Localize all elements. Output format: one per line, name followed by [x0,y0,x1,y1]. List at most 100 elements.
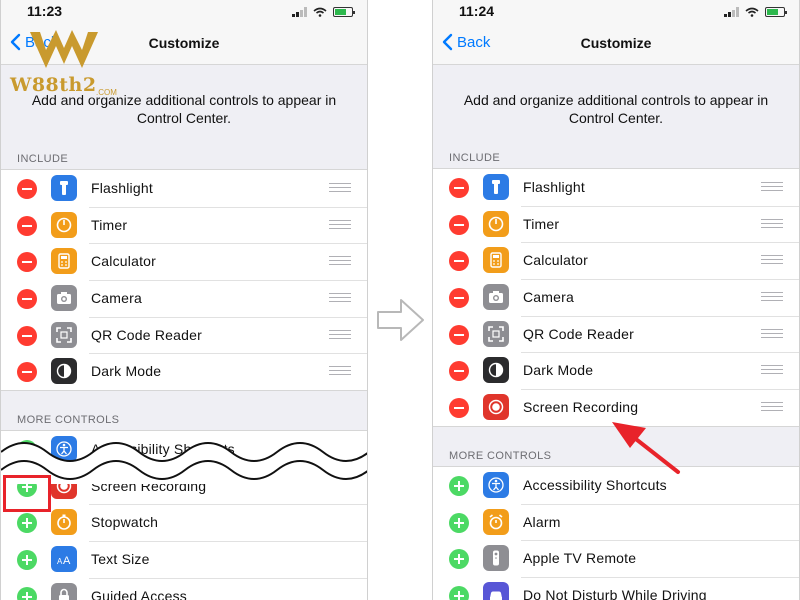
add-control-button[interactable] [17,586,37,600]
list-item[interactable]: Dark Mode [433,352,799,389]
reorder-handle-icon[interactable] [761,365,783,375]
list-item[interactable]: Dark Mode [1,353,367,390]
list-item[interactable]: Timer [1,206,367,244]
remove-control-button[interactable] [17,252,37,273]
camera-icon [483,284,509,311]
transition-arrow-icon [377,299,424,341]
page-title: Customize [580,35,652,51]
remove-control-button[interactable] [449,178,469,198]
remove-control-button[interactable] [449,324,469,345]
control-label: Apple TV Remote [523,550,637,567]
svg-text:A: A [63,555,71,567]
reorder-handle-icon[interactable] [761,328,783,339]
list-item[interactable]: Apple TV Remote [433,540,799,577]
right-screen: 11:24 Back Customize Add and organize ad… [432,0,800,600]
list-item[interactable]: Do Not Disturb While Driving [433,577,799,600]
watermark-text: W88th2 [10,74,97,96]
control-label: Do Not Disturb While Driving [523,587,707,600]
reorder-handle-icon[interactable] [761,292,783,302]
logo-mark [30,30,98,68]
list-item[interactable]: Calculator [1,243,367,280]
reorder-handle-icon[interactable] [329,293,351,303]
highlight-box [3,475,51,512]
list-item[interactable]: Alarm [433,503,799,541]
control-label: Alarm [523,513,561,530]
list-item[interactable]: Timer [433,205,799,243]
torn-edge-wave [1,442,367,484]
control-label: QR Code Reader [523,325,634,342]
description-text: Add and organize additional controls to … [463,92,769,126]
include-section-label: INCLUDE [17,153,69,165]
reorder-handle-icon[interactable] [761,182,783,192]
reorder-handle-icon[interactable] [329,219,351,230]
stopwatch-icon [51,509,77,536]
flashlight-icon [51,175,77,201]
control-label: Camera [523,289,574,306]
control-label: Dark Mode [523,362,594,379]
remove-control-button[interactable] [17,289,37,310]
remove-control-button[interactable] [17,215,37,236]
status-time: 11:24 [459,3,495,19]
timer-icon [51,211,77,238]
list-item[interactable]: A A Text Size [1,541,367,578]
dark-mode-icon [51,358,77,385]
add-control-button[interactable] [17,513,37,534]
control-label: Text Size [91,551,150,568]
reorder-handle-icon[interactable] [329,366,351,376]
control-label: Guided Access [91,587,187,600]
list-item[interactable]: Camera [433,279,799,316]
control-label: Timer [523,215,560,232]
remove-control-button[interactable] [449,398,469,419]
list-item[interactable]: Flashlight [1,170,367,207]
reorder-handle-icon[interactable] [329,183,351,193]
flashlight-icon [483,174,509,200]
remove-control-button[interactable] [17,179,37,199]
status-bar: 11:24 [433,0,799,24]
battery-icon [333,7,355,17]
more-controls-section-label: MORE CONTROLS [449,450,552,462]
list-item[interactable]: Camera [1,280,367,317]
reorder-handle-icon[interactable] [329,329,351,340]
remove-control-button[interactable] [17,362,37,383]
car-icon [483,582,509,600]
remove-control-button[interactable] [449,251,469,272]
add-control-button[interactable] [449,549,469,570]
reorder-handle-icon[interactable] [761,402,783,412]
reorder-handle-icon[interactable] [761,218,783,229]
add-control-button[interactable] [449,586,469,600]
remove-control-button[interactable] [17,325,37,346]
remove-control-button[interactable] [449,214,469,235]
reorder-handle-icon[interactable] [329,256,351,266]
cellular-signal-icon [724,7,739,17]
more-controls-section-label: MORE CONTROLS [17,414,120,426]
list-item[interactable]: Guided Access [1,577,367,600]
add-control-button[interactable] [17,550,37,571]
pointer-arrow-icon [612,422,680,474]
control-label: Dark Mode [91,363,162,380]
status-time: 11:23 [27,3,63,19]
list-item[interactable]: QR Code Reader [1,316,367,354]
calculator-icon [51,248,77,275]
add-control-button[interactable] [449,476,469,496]
status-icons [724,5,787,19]
control-label: Stopwatch [91,514,159,531]
list-item[interactable]: QR Code Reader [433,315,799,353]
guided-access-icon [51,582,77,600]
remove-control-button[interactable] [449,288,469,309]
wifi-icon [745,7,759,17]
list-item[interactable]: Flashlight [433,169,799,206]
cellular-signal-icon [292,7,307,17]
watermark-suffix: .COM [96,88,117,97]
watermark-logo: W88th2 .COM [10,30,120,100]
control-label: Flashlight [523,179,585,195]
qr-code-icon [51,321,77,348]
control-label: QR Code Reader [91,326,202,343]
list-item[interactable]: Stopwatch [1,504,367,541]
remove-control-button[interactable] [449,361,469,382]
control-label: Flashlight [91,180,153,196]
navigation-bar: Back Customize [433,24,799,65]
list-item[interactable]: Calculator [433,242,799,279]
wifi-icon [313,7,327,17]
reorder-handle-icon[interactable] [761,255,783,265]
add-control-button[interactable] [449,512,469,533]
